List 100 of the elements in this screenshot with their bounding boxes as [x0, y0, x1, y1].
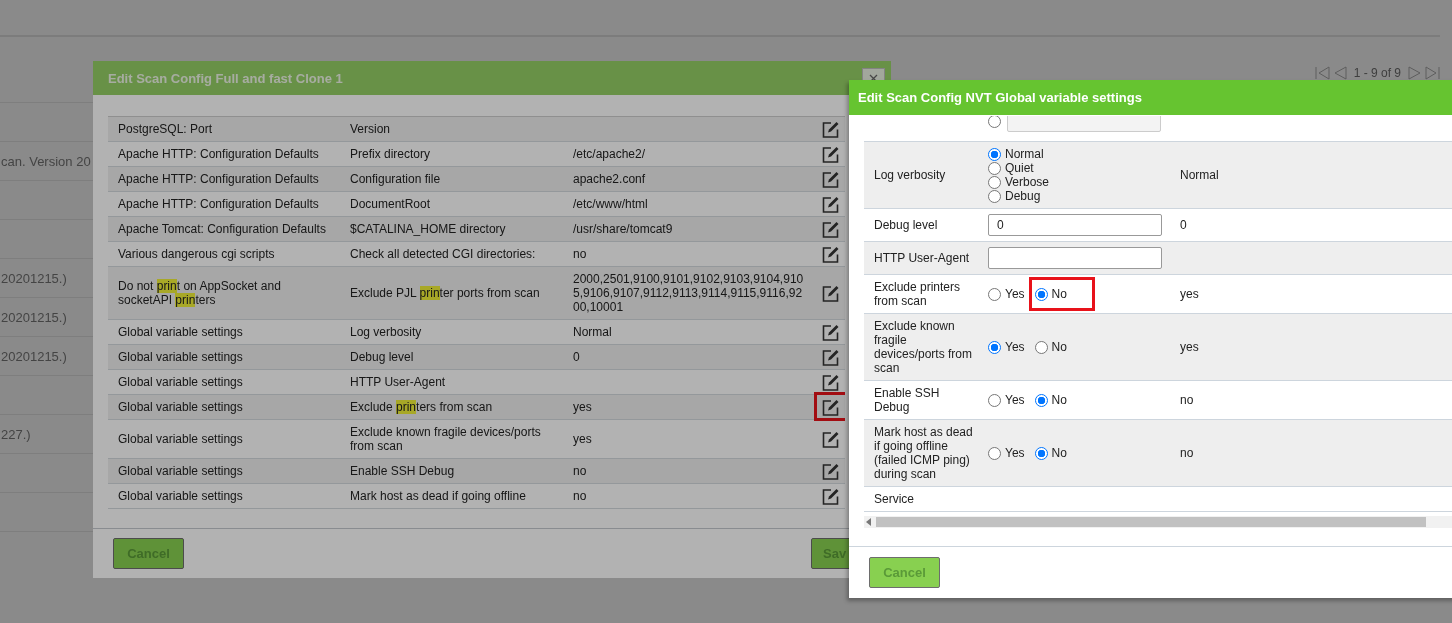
- edit-icon[interactable]: [821, 220, 839, 238]
- page-count: 1 - 9 of 9: [1353, 66, 1401, 80]
- radio-button[interactable]: [1034, 340, 1048, 354]
- table-cell-text: Apache HTTP: Configuration Defaults: [117, 171, 320, 188]
- radio-button[interactable]: [988, 116, 1001, 128]
- horizontal-scrollbar[interactable]: [864, 516, 1452, 528]
- table-cell-text: Normal: [572, 324, 613, 341]
- radio-label: Verbose: [1005, 175, 1050, 189]
- radio-button[interactable]: [1034, 287, 1048, 301]
- table-cell-text: no: [572, 463, 588, 480]
- radio-button[interactable]: [988, 147, 1001, 161]
- table-cell: 20201215.): [0, 309, 67, 325]
- radio-button[interactable]: [1034, 393, 1048, 407]
- edit-icon[interactable]: [821, 245, 839, 263]
- radio-button[interactable]: [988, 287, 1001, 301]
- current-value: yes: [1180, 340, 1199, 354]
- current-value: yes: [1180, 287, 1199, 301]
- table-cell-text: Apache Tomcat: Configuration Defaults: [117, 221, 327, 238]
- table-cell-text: apache2.conf: [572, 171, 647, 188]
- edit-icon[interactable]: [821, 170, 839, 188]
- radio-label: Normal: [1005, 147, 1044, 161]
- table-cell-text: Prefix directory: [349, 146, 432, 163]
- scroll-left-arrow-icon[interactable]: [866, 518, 872, 526]
- edit-icon[interactable]: [821, 373, 839, 391]
- edit-icon[interactable]: [821, 348, 839, 366]
- setting-label: HTTP User-Agent: [874, 251, 970, 265]
- table-cell-text: Global variable settings: [117, 431, 244, 448]
- table-cell-text: Version: [349, 121, 392, 138]
- radio-button[interactable]: [988, 340, 1001, 354]
- table-cell-text: Configuration file: [349, 171, 442, 188]
- radio-label: No: [1051, 340, 1067, 354]
- edit-icon[interactable]: [821, 430, 839, 448]
- table-cell-text: Global variable settings: [117, 488, 244, 505]
- table-cell-text: Global variable settings: [117, 399, 244, 416]
- close-icon: [869, 73, 878, 83]
- edit-icon[interactable]: [821, 195, 839, 213]
- table-cell-text: Log verbosity: [349, 324, 423, 341]
- table-cell-text: DocumentRoot: [349, 196, 432, 213]
- radio-label: Quiet: [1005, 161, 1034, 175]
- setting-label: Exclude known fragile devices/ports from scan: [874, 319, 973, 375]
- table-cell-text: /etc/apache2/: [572, 146, 647, 163]
- radio-label: Debug: [1005, 189, 1041, 203]
- edit-icon[interactable]: [821, 323, 839, 341]
- table-cell-text: 0: [572, 349, 581, 366]
- radio-label: No: [1051, 287, 1067, 301]
- radio-label: No: [1051, 446, 1067, 460]
- table-cell-text: Enable SSH Debug: [349, 463, 456, 480]
- radio-label: Yes: [1005, 393, 1025, 407]
- table-cell-text: Debug level: [349, 349, 415, 366]
- edit-icon[interactable]: [821, 398, 839, 416]
- radio-label: Yes: [1005, 340, 1025, 354]
- radio-button[interactable]: [988, 175, 1001, 189]
- setting-label: Enable SSH Debug: [874, 386, 940, 414]
- table-cell-text: PostgreSQL: Port: [117, 121, 214, 138]
- radio-button[interactable]: [988, 393, 1001, 407]
- table-cell-text: HTTP User-Agent: [349, 374, 447, 391]
- table-cell-text: Mark host as dead if going offline: [349, 488, 527, 505]
- table-cell-text: Apache HTTP: Configuration Defaults: [117, 196, 320, 213]
- table-cell-text: $CATALINA_HOME directory: [349, 221, 507, 238]
- table-cell-text: /usr/share/tomcat9: [572, 221, 674, 238]
- radio-button[interactable]: [988, 446, 1001, 460]
- input-field[interactable]: [1007, 116, 1161, 132]
- table-cell-text: Global variable settings: [117, 324, 244, 341]
- radio-button[interactable]: [1034, 446, 1048, 460]
- table-cell-text: Various dangerous cgi scripts: [117, 246, 276, 263]
- setting-label: Log verbosity: [874, 168, 946, 182]
- input-field[interactable]: 0: [988, 214, 1162, 236]
- current-value: 0: [1180, 218, 1187, 232]
- table-cell: 227.): [0, 426, 31, 442]
- current-value: Normal: [1180, 168, 1219, 182]
- radio-label: No: [1051, 393, 1067, 407]
- setting-label: Exclude printers from scan: [874, 280, 961, 308]
- current-value: no: [1180, 446, 1194, 460]
- table-cell-text: no: [572, 246, 588, 263]
- edit-icon[interactable]: [821, 284, 839, 302]
- table-cell-text: yes: [572, 399, 593, 416]
- table-cell: 20201215.): [0, 270, 67, 286]
- setting-label: Debug level: [874, 218, 938, 232]
- table-cell-text: Check all detected CGI directories:: [349, 246, 537, 263]
- radio-label: Yes: [1005, 287, 1025, 301]
- edit-icon[interactable]: [821, 462, 839, 480]
- radio-button[interactable]: [988, 161, 1001, 175]
- table-cell-text: /etc/www/html: [572, 196, 649, 213]
- dialog-title: Edit Scan Config NVT Global variable settings: [858, 90, 1142, 105]
- table-cell-text: Global variable settings: [117, 349, 244, 366]
- table-cell-text: no: [572, 488, 588, 505]
- table-cell-text: Exclude known fragile devices/ports from scan: [349, 424, 542, 455]
- radio-button[interactable]: [988, 189, 1001, 203]
- edit-icon[interactable]: [821, 487, 839, 505]
- table-cell-text: yes: [572, 431, 593, 448]
- edit-icon[interactable]: [821, 120, 839, 138]
- input-field[interactable]: [988, 247, 1162, 269]
- table-cell: 20201215.): [0, 348, 67, 364]
- radio-label: Yes: [1005, 446, 1025, 460]
- table-cell-text: 2000,2501,9100,9101,9102,9103,9104,9105,9106,9107,9112,9113,9114,9115,9116,9200,10001: [572, 271, 805, 316]
- table-cell-text: Global variable settings: [117, 463, 244, 480]
- current-value: no: [1180, 393, 1194, 407]
- dialog-title: Edit Scan Config Full and fast Clone 1: [108, 70, 343, 86]
- edit-icon[interactable]: [821, 145, 839, 163]
- table-cell-text: Global variable settings: [117, 374, 244, 391]
